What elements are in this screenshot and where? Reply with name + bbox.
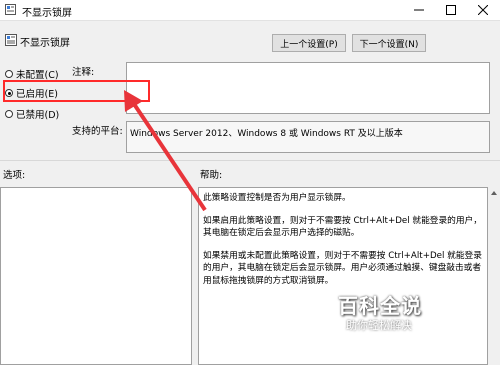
arrow-head <box>124 90 143 112</box>
watermark-subtitle: 助你轻松解决 <box>346 319 412 332</box>
watermark-title: 百科全说 <box>338 294 422 318</box>
arrow-line <box>128 96 207 212</box>
annotation-arrow <box>124 90 207 212</box>
